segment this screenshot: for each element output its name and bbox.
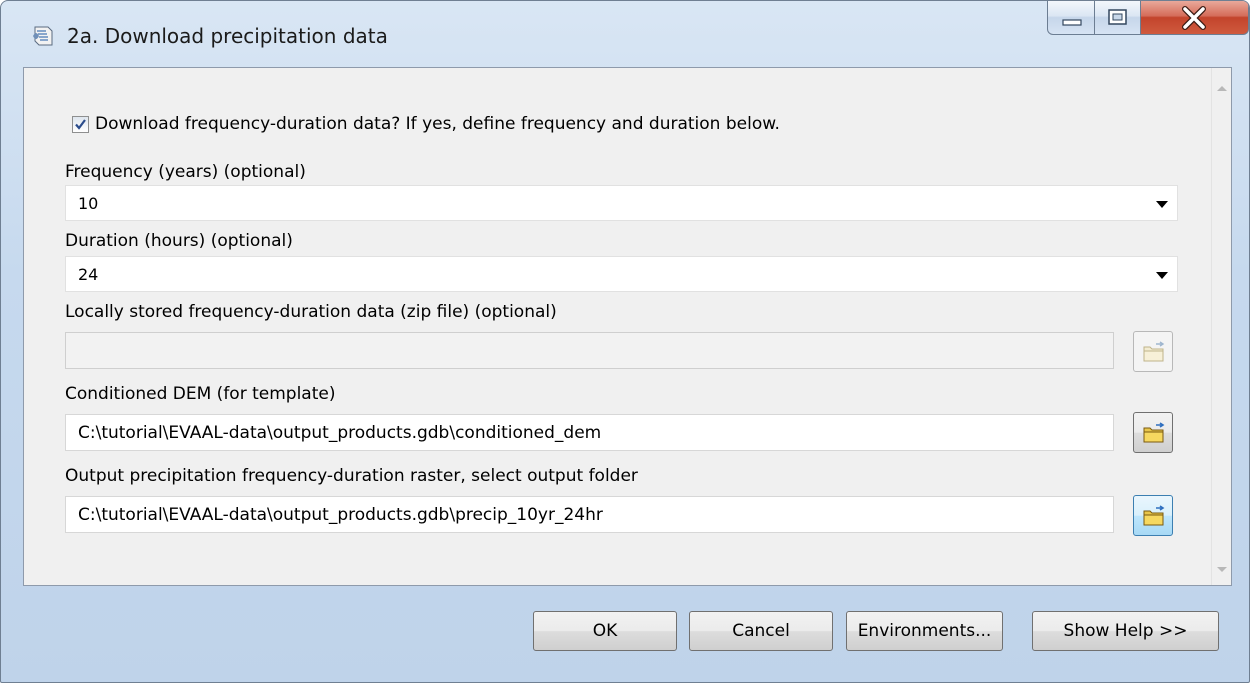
download-checkbox-row[interactable]: Download frequency-duration data? If yes… (72, 114, 780, 134)
local-zip-browse-button[interactable] (1133, 331, 1173, 372)
dropdown-arrow-icon[interactable] (1156, 201, 1168, 208)
window-title: 2a. Download precipitation data (67, 24, 388, 48)
minimize-button[interactable] (1047, 1, 1095, 35)
local-zip-label: Locally stored frequency-duration data (… (65, 302, 557, 322)
script-tool-icon (31, 24, 57, 48)
duration-value: 24 (78, 265, 99, 284)
scroll-up-arrow-icon[interactable] (1217, 86, 1227, 91)
output-raster-label: Output precipitation frequency-duration … (65, 466, 638, 486)
frequency-value: 10 (78, 194, 99, 213)
folder-browse-icon (1143, 422, 1165, 443)
conditioned-dem-field[interactable]: C:\tutorial\EVAAL-data\output_products.g… (65, 414, 1114, 451)
output-raster-value: C:\tutorial\EVAAL-data\output_products.g… (78, 505, 603, 525)
conditioned-dem-value: C:\tutorial\EVAAL-data\output_products.g… (78, 423, 602, 443)
dropdown-arrow-icon[interactable] (1156, 272, 1168, 279)
window-controls (1047, 1, 1249, 37)
checkmark-icon (75, 118, 86, 130)
scroll-down-arrow-icon[interactable] (1217, 567, 1227, 572)
ok-button[interactable]: OK (533, 611, 677, 651)
download-checkbox-label: Download frequency-duration data? If yes… (95, 114, 780, 134)
close-button[interactable] (1141, 1, 1249, 35)
dialog-window: 2a. Download precipitation data Download… (0, 0, 1250, 683)
conditioned-dem-label: Conditioned DEM (for template) (65, 384, 336, 404)
local-zip-field[interactable] (65, 332, 1114, 369)
folder-browse-icon (1143, 341, 1165, 362)
download-checkbox[interactable] (72, 115, 89, 133)
parameters-panel: Download frequency-duration data? If yes… (23, 67, 1232, 586)
conditioned-dem-browse-button[interactable] (1133, 412, 1173, 453)
cancel-button[interactable]: Cancel (689, 611, 833, 651)
duration-label: Duration (hours) (optional) (65, 231, 293, 251)
maximize-icon (1108, 9, 1127, 25)
title-bar[interactable]: 2a. Download precipitation data (1, 1, 1249, 67)
frequency-label: Frequency (years) (optional) (65, 162, 306, 182)
minimize-icon (1062, 19, 1082, 26)
vertical-scrollbar[interactable] (1211, 68, 1231, 585)
close-icon (1182, 6, 1206, 30)
output-raster-field[interactable]: C:\tutorial\EVAAL-data\output_products.g… (65, 496, 1114, 533)
show-help-button[interactable]: Show Help >> (1032, 611, 1219, 651)
button-bar: OK Cancel Environments... Show Help >> (23, 586, 1232, 670)
environments-button[interactable]: Environments... (846, 611, 1003, 651)
output-raster-browse-button[interactable] (1133, 495, 1173, 536)
folder-browse-icon (1143, 505, 1165, 526)
duration-dropdown[interactable]: 24 (65, 256, 1178, 292)
maximize-button[interactable] (1095, 1, 1141, 35)
frequency-dropdown[interactable]: 10 (65, 185, 1178, 221)
